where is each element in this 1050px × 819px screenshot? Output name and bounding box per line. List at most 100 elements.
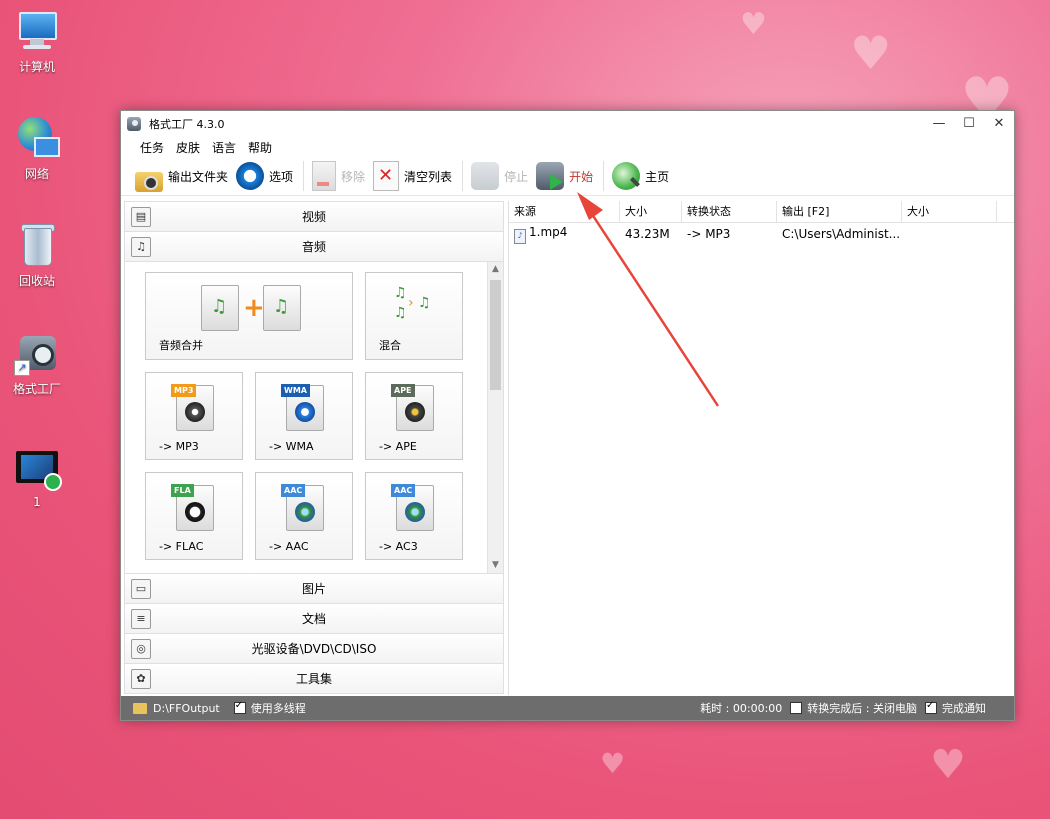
heart-decoration: ♥ — [850, 26, 892, 80]
tile-label: -> FLAC — [159, 540, 204, 553]
toolbox-category-icon: ✿ — [131, 669, 151, 689]
tile-wma[interactable]: WMA -> WMA — [255, 372, 353, 460]
desktop-icon-format-factory[interactable]: ↗ 格式工厂 — [2, 330, 72, 397]
multithread-checkbox[interactable] — [233, 700, 246, 714]
audio-category-icon: ♫ — [131, 237, 151, 257]
cell-source: ♪ 1.mp4 — [509, 225, 620, 244]
column-header-output-size[interactable]: 大小 — [902, 201, 997, 222]
desktop-icon-computer[interactable]: 计算机 — [2, 8, 72, 75]
desktop-icon-label: 网络 — [24, 167, 49, 181]
tile-mp3[interactable]: MP3 -> MP3 — [145, 372, 243, 460]
folder-icon — [133, 702, 147, 714]
folder-camera-icon — [135, 172, 163, 192]
start-button[interactable]: 开始 — [536, 162, 593, 190]
category-image[interactable]: ▭ 图片 — [124, 573, 504, 604]
desktop-icon-recycle-bin[interactable]: 回收站 — [2, 222, 72, 289]
window-title: 格式工厂 4.3.0 — [149, 118, 225, 131]
home-button[interactable]: 主页 — [612, 162, 669, 190]
remove-label: 移除 — [341, 169, 366, 184]
category-label: 视频 — [301, 210, 326, 224]
menu-item-task[interactable]: 任务 — [140, 139, 164, 156]
tiles-scrollbar[interactable]: ▲ ▼ — [487, 262, 503, 573]
menu-item-language[interactable]: 语言 — [212, 139, 236, 156]
stop-button[interactable]: 停止 — [471, 162, 528, 190]
tile-ac3[interactable]: AAC -> AC3 — [365, 472, 463, 560]
tile-label: -> AAC — [269, 540, 309, 553]
audio-merge-icon: ♫ + ♫ — [201, 285, 301, 331]
heart-decoration: ♥ — [740, 7, 767, 42]
options-icon — [236, 162, 265, 190]
toolbar-divider — [462, 161, 464, 191]
after-convert-label: 转换完成后 : 关闭电脑 — [807, 702, 917, 715]
category-audio[interactable]: ♫ 音频 — [124, 232, 504, 262]
output-folder-button[interactable]: 输出文件夹 — [135, 166, 229, 192]
disc-drive-category-icon: ◎ — [131, 639, 151, 659]
tile-ape[interactable]: APE -> APE — [365, 372, 463, 460]
menu-bar: 任务 皮肤 语言 帮助 — [121, 137, 1014, 157]
desktop-icon-label: 回收站 — [18, 274, 55, 288]
category-document[interactable]: ≡ 文档 — [124, 604, 504, 634]
category-label: 音频 — [301, 240, 326, 254]
category-video[interactable]: ▤ 视频 — [124, 201, 504, 232]
desktop-icon-network[interactable]: 网络 — [2, 115, 72, 182]
category-label: 文档 — [301, 612, 326, 626]
category-label: 图片 — [301, 582, 326, 596]
desktop-icon-label: 计算机 — [18, 60, 55, 74]
column-header-output[interactable]: 输出 [F2] — [777, 201, 902, 222]
scroll-up-arrow-icon[interactable]: ▲ — [488, 262, 503, 277]
close-button[interactable]: ✕ — [984, 111, 1014, 137]
scroll-down-arrow-icon[interactable]: ▼ — [488, 558, 503, 573]
stop-label: 停止 — [504, 169, 529, 184]
notify-label: 完成通知 — [942, 702, 986, 715]
tile-label: -> APE — [379, 440, 417, 453]
clear-list-button[interactable]: 清空列表 — [373, 161, 452, 191]
toolbar-divider — [603, 161, 605, 191]
tile-flac[interactable]: FLA -> FLAC — [145, 472, 243, 560]
maximize-button[interactable]: ☐ — [954, 111, 984, 137]
menu-item-skin[interactable]: 皮肤 — [176, 139, 200, 156]
after-convert-checkbox[interactable] — [790, 702, 803, 714]
category-toolbox[interactable]: ✿ 工具集 — [124, 664, 504, 694]
remove-icon — [312, 161, 337, 191]
toolbar-divider — [303, 161, 305, 191]
file-list-header: 来源 大小 转换状态 输出 [F2] 大小 — [509, 201, 1014, 223]
remove-button[interactable]: 移除 — [312, 161, 365, 191]
menu-item-help[interactable]: 帮助 — [248, 139, 272, 156]
audio-file-icon: ♪ — [514, 228, 526, 244]
cell-status: -> MP3 — [687, 227, 731, 241]
column-header-size[interactable]: 大小 — [620, 201, 682, 222]
elapsed-time: 耗时 : 00:00:00 — [700, 702, 783, 715]
clear-list-icon — [373, 161, 400, 191]
tile-label: -> AC3 — [379, 540, 418, 553]
tile-label: -> MP3 — [159, 440, 199, 453]
category-disc-drive[interactable]: ◎ 光驱设备\DVD\CD\ISO — [124, 634, 504, 664]
home-globe-icon — [612, 162, 641, 190]
column-header-source[interactable]: 来源 — [509, 201, 620, 222]
cell-output: C:\Users\Administ... — [782, 227, 901, 241]
scrollbar-thumb[interactable] — [490, 280, 501, 390]
column-header-status[interactable]: 转换状态 — [682, 201, 777, 222]
start-play-icon — [536, 162, 565, 190]
output-path[interactable]: D:\FFOutput — [153, 702, 220, 715]
tile-audio-merge[interactable]: ♫ + ♫ 音频合并 — [145, 272, 353, 360]
tile-mix[interactable]: ♫ ♫ › ♫ 混合 — [365, 272, 463, 360]
category-label: 工具集 — [295, 672, 332, 686]
format-factory-shortcut-icon: ↗ — [14, 330, 60, 376]
file-list-panel: 来源 大小 转换状态 输出 [F2] 大小 ♪ 1.mp4 43.23M -> M… — [508, 201, 1014, 695]
source-filename: 1.mp4 — [529, 224, 568, 239]
desktop-icon-label: 格式工厂 — [12, 382, 61, 396]
title-bar[interactable]: 格式工厂 4.3.0 — ☐ ✕ — [121, 111, 1014, 137]
minimize-button[interactable]: — — [924, 111, 954, 137]
tile-label: 音频合并 — [159, 339, 203, 352]
output-folder-label: 输出文件夹 — [168, 169, 229, 184]
tile-aac[interactable]: AAC -> AAC — [255, 472, 353, 560]
desktop-icon-video-file[interactable]: 1 — [2, 445, 72, 509]
audio-tiles-area: ♫ + ♫ 音频合并 ♫ ♫ › ♫ 混合 MP3 -> MP3 WMA -> … — [124, 262, 504, 573]
desktop-icon-label: 1 — [33, 495, 41, 509]
category-panel: ▤ 视频 ♫ 音频 ♫ + ♫ 音频合并 ♫ ♫ › ♫ 混合 MP3 -> M… — [124, 201, 504, 695]
table-row[interactable]: ♪ 1.mp4 43.23M -> MP3 C:\Users\Administ..… — [509, 223, 1014, 245]
app-icon — [127, 117, 141, 131]
notify-checkbox[interactable] — [925, 700, 937, 714]
options-button[interactable]: 选项 — [236, 162, 293, 190]
heart-decoration: ♥ — [930, 742, 966, 788]
